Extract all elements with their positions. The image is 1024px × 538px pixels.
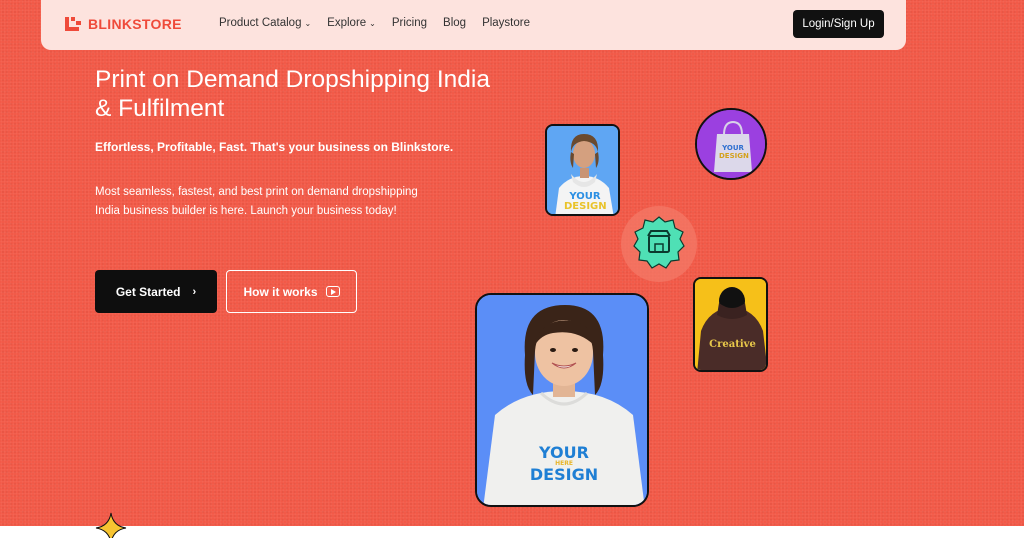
- woman-tshirt-image: YOUR HERE DESIGN: [475, 293, 649, 507]
- hoodie-back-image: Creative: [693, 277, 768, 372]
- hero-section: BLINKSTORE Product Catalog ⌄ Explore ⌄ P…: [0, 0, 1024, 526]
- navbar: BLINKSTORE Product Catalog ⌄ Explore ⌄ P…: [41, 0, 906, 50]
- chevron-down-icon: ⌄: [369, 18, 376, 28]
- nav-item-explore[interactable]: Explore ⌄: [327, 17, 376, 29]
- man-hoodie-image: YOUR DESIGN: [545, 124, 620, 216]
- chevron-right-icon: ›: [192, 285, 197, 298]
- hero-description: Most seamless, fastest, and best print o…: [95, 186, 418, 217]
- how-it-works-button[interactable]: How it works: [226, 270, 357, 313]
- nav-item-playstore[interactable]: Playstore: [482, 17, 530, 29]
- nav-menu: Product Catalog ⌄ Explore ⌄ Pricing Blog…: [219, 17, 546, 29]
- logo-text: BLINKSTORE: [88, 16, 182, 32]
- hero-tagline: Effortless, Profitable, Fast. That's you…: [95, 140, 454, 154]
- store-icon: [621, 206, 697, 282]
- nav-item-product-catalog[interactable]: Product Catalog ⌄: [219, 17, 311, 29]
- woman-shirt-print: YOUR HERE DESIGN: [529, 443, 599, 484]
- get-started-button[interactable]: Get Started ›: [95, 270, 217, 313]
- chevron-down-icon: ⌄: [304, 18, 312, 28]
- play-icon: [325, 286, 340, 297]
- man-shirt-print: YOUR DESIGN: [564, 191, 607, 212]
- login-signup-button[interactable]: Login/Sign Up: [793, 10, 884, 38]
- store-badge: [620, 205, 698, 283]
- hoodie-print: Creative: [709, 339, 756, 350]
- hero-title: Print on Demand Dropshipping India & Ful…: [95, 66, 490, 122]
- bag-print: YOUR DESIGN: [719, 144, 749, 160]
- tote-bag-image: YOUR DESIGN: [695, 108, 767, 180]
- logo[interactable]: BLINKSTORE: [65, 16, 182, 32]
- logo-icon: [65, 17, 81, 31]
- nav-item-pricing[interactable]: Pricing: [392, 17, 427, 29]
- nav-item-blog[interactable]: Blog: [443, 17, 466, 29]
- sparkle-icon: [95, 512, 127, 538]
